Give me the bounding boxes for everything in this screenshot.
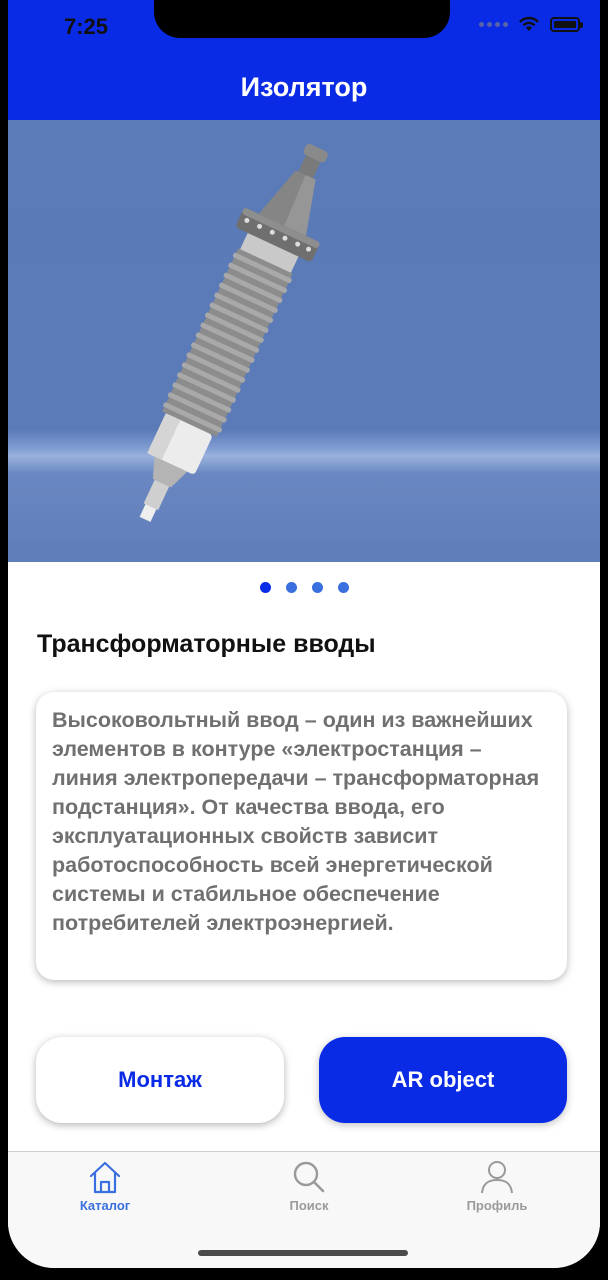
home-icon [89, 1161, 121, 1194]
gallery-page-indicator[interactable] [8, 582, 600, 593]
status-icons [479, 16, 583, 32]
page-title: Изолятор [240, 71, 368, 102]
tab-profile[interactable]: Профиль [437, 1160, 557, 1213]
cellular-icon [479, 21, 508, 27]
section-title: Трансформаторные вводы [37, 630, 376, 658]
search-icon [293, 1161, 325, 1193]
page-dot[interactable] [337, 582, 349, 593]
tab-profile-label: Профиль [466, 1198, 528, 1213]
navigation-bar: Изолятор [8, 54, 600, 120]
tab-search[interactable]: Поиск [249, 1160, 369, 1213]
product-image-gallery[interactable] [8, 120, 600, 562]
ar-object-button[interactable]: AR object [319, 1037, 567, 1123]
montage-button[interactable]: Монтаж [36, 1037, 284, 1123]
description-text: Высоковольтный ввод – один из важнейших … [52, 708, 540, 935]
tab-search-label: Поиск [289, 1198, 329, 1213]
phone-screen: 7:25 Изолятор Трансформаторные вводы Выс… [8, 0, 600, 1268]
page-dot[interactable] [311, 582, 323, 593]
home-indicator[interactable] [198, 1250, 408, 1256]
tab-catalog[interactable]: Каталог [45, 1160, 165, 1213]
description-card: Высоковольтный ввод – один из важнейших … [36, 692, 567, 980]
wifi-icon [519, 16, 539, 31]
insulator-bushing-image [139, 144, 328, 522]
person-icon [481, 1161, 513, 1194]
status-bar: 7:25 [8, 0, 600, 54]
status-time: 7:25 [64, 14, 109, 39]
battery-icon [550, 16, 583, 32]
tab-catalog-label: Каталог [79, 1198, 131, 1213]
notch [154, 0, 450, 38]
page-dot[interactable] [285, 582, 297, 593]
page-dot-active[interactable] [259, 582, 271, 593]
